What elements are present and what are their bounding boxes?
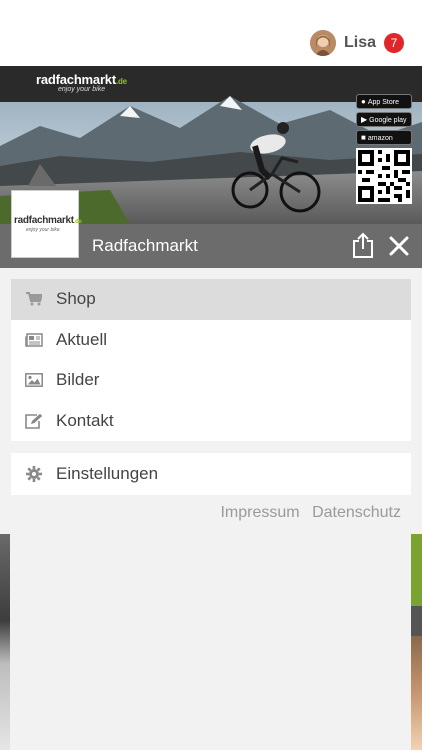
settings-label: Einstellungen [56,464,159,483]
edit-icon [25,413,43,429]
user-name[interactable]: Lisa [344,34,376,52]
menu-item-kontakt[interactable]: Kontakt [11,401,411,442]
user-avatar[interactable] [309,30,336,56]
play-icon: ▶ [361,115,368,124]
qr-code [356,148,412,204]
datenschutz-link[interactable]: Datenschutz [312,504,401,521]
app-store-badge[interactable]: ● App Store [356,94,412,109]
app-store-label: App Store [367,99,399,106]
newspaper-icon [25,333,43,347]
menu-item-label: Bilder [56,370,100,390]
page-title: Radfachmarkt [92,236,198,255]
brand-logo: radfachmarkt.de enjoy your bike [36,72,127,93]
store-badges: ● App Store ▶ Google play ■ amazon [356,94,412,204]
image-icon [25,373,43,388]
notification-badge[interactable]: 7 [384,33,404,53]
menu-item-shop[interactable]: Shop [11,279,411,320]
menu-item-einstellungen[interactable]: Einstellungen [11,453,411,495]
menu-item-label: Shop [56,289,96,309]
company-logo: radfachmarkt.de enjoy your bike [11,190,82,258]
amazon-label: amazon [367,135,393,142]
main-menu: Shop Aktuell Bilder Kontakt [11,279,411,441]
menu-item-bilder[interactable]: Bilder [11,360,411,401]
user-profile[interactable]: Lisa 7 [309,30,404,56]
logo-tagline: enjoy your bike [26,227,60,233]
close-button[interactable] [388,235,410,257]
background-content-left [0,534,10,750]
background-content-right [411,534,422,750]
brand-tld: .de [115,77,127,86]
close-icon [389,236,409,256]
cart-icon [25,292,43,306]
share-button[interactable] [352,232,374,258]
footer-links: Impressum Datenschutz [212,504,401,522]
amazon-icon: ■ [361,133,366,142]
google-play-badge[interactable]: ▶ Google play [356,112,412,127]
impressum-link[interactable]: Impressum [220,504,299,521]
brand-tagline: enjoy your bike [58,86,106,93]
gear-icon [25,466,43,482]
share-icon [353,232,373,258]
apple-icon: ● [361,97,366,106]
logo-brand-tld: .de [73,219,82,225]
top-bar: Lisa 7 [0,0,422,66]
menu-item-label: Aktuell [56,329,108,349]
google-play-label: Google play [369,117,407,124]
menu-item-aktuell[interactable]: Aktuell [11,320,411,361]
amazon-badge[interactable]: ■ amazon [356,130,412,145]
brand-name: radfachmarkt [36,72,116,87]
logo-brand-name: radfachmarkt [14,215,74,226]
menu-item-label: Kontakt [56,410,114,430]
